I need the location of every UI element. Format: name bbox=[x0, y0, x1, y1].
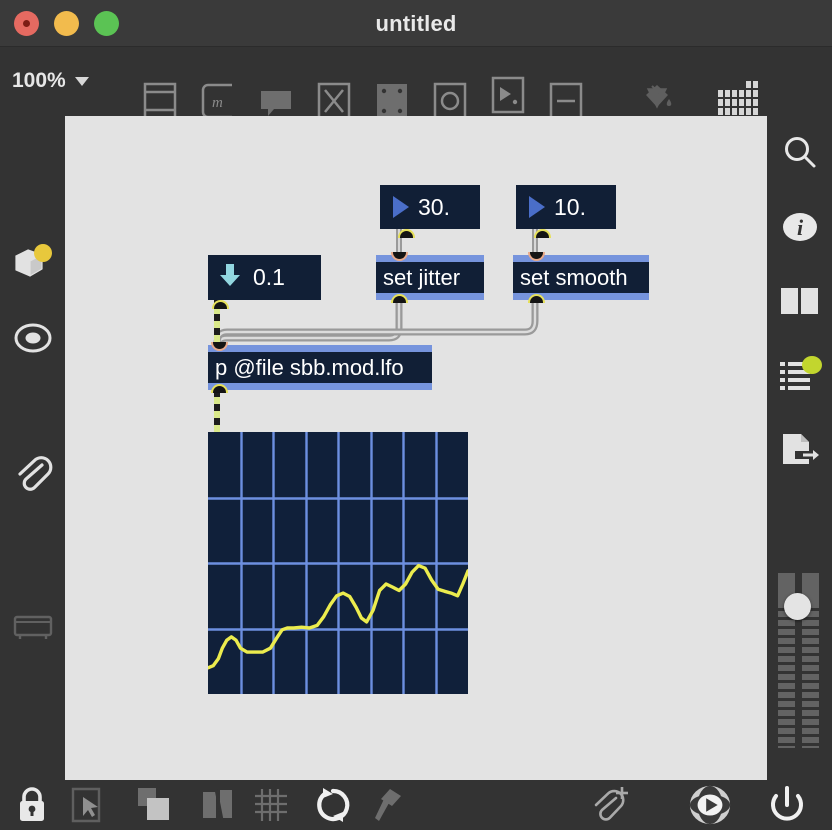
max-patcher-window: untitled 100% m bbox=[0, 0, 832, 830]
number-box-smooth-text: 10. bbox=[554, 194, 586, 221]
object-box-subpatcher-text: p @file sbb.mod.lfo bbox=[215, 355, 404, 381]
window-title: untitled bbox=[0, 0, 832, 47]
paperclip-add-icon[interactable] bbox=[588, 783, 632, 827]
loop-icon[interactable] bbox=[311, 783, 355, 827]
selection-bar-bottom bbox=[208, 383, 432, 390]
audio-flag-icon[interactable] bbox=[196, 783, 240, 827]
meter-ticks bbox=[778, 602, 823, 748]
object-box-subpatcher-lfo[interactable]: p @file sbb.mod.lfo bbox=[208, 345, 432, 390]
message-box-set-jitter-text: set jitter bbox=[383, 265, 460, 291]
triangle-right-icon bbox=[393, 196, 409, 218]
zoom-level-dropdown[interactable]: 100% bbox=[12, 61, 89, 101]
left-sidebar bbox=[0, 116, 65, 780]
top-toolbar: 100% m bbox=[0, 47, 832, 116]
fader-knob[interactable] bbox=[784, 593, 811, 620]
scope-display[interactable] bbox=[208, 432, 468, 694]
power-icon[interactable] bbox=[765, 783, 809, 827]
master-level-fader[interactable] bbox=[778, 573, 823, 748]
lock-icon[interactable] bbox=[10, 783, 54, 827]
selection-bar-top bbox=[208, 345, 432, 352]
search-icon[interactable] bbox=[775, 128, 825, 178]
number-box-smooth-value[interactable]: 10. bbox=[516, 185, 616, 229]
svg-text:i: i bbox=[797, 215, 804, 240]
cord-jitter-to-subpatcher bbox=[217, 302, 399, 348]
paperclip-icon[interactable] bbox=[8, 449, 58, 499]
message-box-set-jitter[interactable]: set jitter bbox=[376, 255, 484, 300]
svg-text:m: m bbox=[212, 95, 223, 111]
target-circle-icon[interactable] bbox=[8, 313, 58, 363]
play-circle-icon[interactable] bbox=[688, 783, 732, 827]
info-icon[interactable]: i bbox=[775, 202, 825, 252]
layers-icon[interactable] bbox=[133, 783, 177, 827]
number-box-jitter-value[interactable]: 30. bbox=[380, 185, 480, 229]
hammer-icon[interactable] bbox=[366, 783, 410, 827]
chevron-down-icon bbox=[75, 77, 89, 86]
triangle-right-icon bbox=[529, 196, 545, 218]
two-panel-icon[interactable] bbox=[775, 276, 825, 326]
grid-icon[interactable] bbox=[249, 783, 293, 827]
live-numbox-rate-text: 0.1 bbox=[253, 264, 285, 291]
title-bar: untitled bbox=[0, 0, 832, 47]
message-box-set-smooth-text: set smooth bbox=[520, 265, 628, 291]
bottom-toolbar bbox=[0, 780, 832, 830]
export-icon[interactable] bbox=[775, 424, 825, 474]
live-numbox-rate[interactable]: 0.1 bbox=[208, 255, 321, 300]
message-box-set-smooth[interactable]: set smooth bbox=[513, 255, 649, 300]
list-badge-icon[interactable] bbox=[775, 350, 825, 400]
scope-plot bbox=[208, 432, 468, 694]
number-box-jitter-text: 30. bbox=[418, 194, 450, 221]
package-box-icon[interactable] bbox=[8, 238, 58, 288]
console-icon[interactable] bbox=[8, 603, 58, 653]
edit-cursor-icon[interactable] bbox=[64, 783, 108, 827]
arrow-down-icon bbox=[219, 262, 241, 294]
zoom-level-label: 100% bbox=[12, 69, 66, 93]
patcher-canvas[interactable]: 30. 10. 0.1 bbox=[65, 116, 767, 780]
